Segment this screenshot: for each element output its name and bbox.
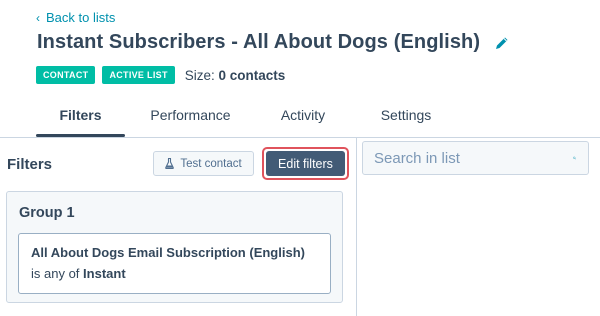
filter-property: All About Dogs Email Subscription (Engli… [31, 245, 305, 260]
magnifier-icon[interactable] [573, 149, 576, 167]
tab-bar: Filters Performance Activity Settings [36, 97, 462, 137]
list-size: Size: 0 contacts [185, 68, 286, 83]
group-title: Group 1 [19, 205, 75, 221]
edit-filters-button[interactable]: Edit filters [266, 151, 345, 176]
filter-condition-card[interactable]: All About Dogs Email Subscription (Engli… [18, 233, 331, 294]
filter-operator: is any of [31, 266, 80, 281]
back-to-lists-link[interactable]: ‹ Back to lists [36, 10, 115, 25]
chevron-left-icon: ‹ [36, 10, 40, 25]
list-size-value: 0 contacts [218, 67, 286, 83]
tab-activity[interactable]: Activity [256, 97, 350, 137]
back-to-lists-label: Back to lists [46, 10, 116, 25]
test-contact-button[interactable]: Test contact [153, 151, 254, 176]
list-meta-row: CONTACT ACTIVE LIST Size: 0 contacts [36, 66, 285, 84]
filter-value: Instant [83, 266, 126, 281]
test-contact-label: Test contact [180, 157, 242, 170]
tab-settings[interactable]: Settings [350, 97, 462, 137]
page-title: Instant Subscribers - All About Dogs (En… [37, 31, 481, 53]
filter-condition: is any of Instant [31, 266, 318, 281]
list-title-row: Instant Subscribers - All About Dogs (En… [37, 31, 510, 54]
tab-performance[interactable]: Performance [125, 97, 256, 137]
list-size-label: Size: [184, 67, 215, 83]
pencil-icon[interactable] [494, 35, 510, 51]
tab-filters[interactable]: Filters [36, 97, 125, 137]
search-input[interactable] [374, 149, 573, 167]
flask-icon [165, 158, 175, 169]
filter-group-card: Group 1 All About Dogs Email Subscriptio… [6, 191, 343, 303]
search-box [362, 141, 589, 175]
panel-divider [356, 138, 357, 316]
edit-filters-highlight: Edit filters [262, 147, 349, 180]
list-type-badge: ACTIVE LIST [102, 66, 175, 84]
filters-heading: Filters [7, 156, 53, 173]
object-type-badge: CONTACT [36, 66, 96, 84]
